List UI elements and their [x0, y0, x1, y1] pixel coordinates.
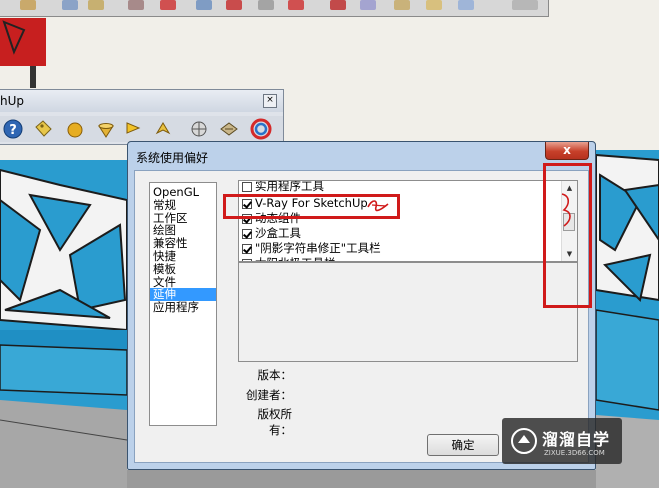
- toolbar-tool-icon[interactable]: [20, 0, 36, 10]
- annotation-bracket: [561, 193, 571, 227]
- copyright-label: 版权所有：: [257, 407, 293, 437]
- main-toolbar: [0, 0, 549, 17]
- texture-icon[interactable]: [218, 118, 240, 140]
- category-item[interactable]: 常规: [150, 198, 216, 212]
- extension-label: 沙盒工具: [255, 226, 301, 240]
- category-item[interactable]: 模板: [150, 262, 216, 276]
- version-label: 版本：: [257, 368, 293, 382]
- globe-icon[interactable]: [188, 118, 210, 140]
- watermark-url: ZIXUE.3D66.COM: [544, 449, 605, 457]
- extension-item[interactable]: "阴影字符串修正"工具栏: [242, 241, 381, 256]
- toolbar-tool-icon[interactable]: [88, 0, 104, 10]
- extension-label: 实用程序工具: [255, 180, 324, 193]
- toolbar-icon-row: ?: [0, 116, 283, 142]
- category-list[interactable]: OpenGL 常规 工作区 绘图 兼容性 快捷 模板 文件 延伸 应用程序: [149, 182, 217, 426]
- toolbar-tool-icon[interactable]: [512, 0, 538, 10]
- toolbar-tool-icon[interactable]: [288, 0, 304, 10]
- toolbar-tool-icon[interactable]: [458, 0, 474, 10]
- extension-description-box: [238, 262, 578, 362]
- cone-icon[interactable]: [95, 118, 117, 140]
- creator-label: 创建者：: [246, 388, 292, 402]
- category-item[interactable]: OpenGL: [150, 186, 216, 199]
- vray-logo-icon[interactable]: [250, 118, 272, 140]
- toolbar-tool-icon[interactable]: [258, 0, 274, 10]
- extension-label: "阴影字符串修正"工具栏: [255, 241, 381, 255]
- extension-item[interactable]: 实用程序工具: [242, 180, 324, 194]
- extension-checkbox[interactable]: [242, 228, 252, 239]
- arrow-tool-icon[interactable]: [152, 118, 174, 140]
- sphere-icon[interactable]: [64, 118, 86, 140]
- toolbar-tool-icon[interactable]: [196, 0, 212, 10]
- sketchup-toolbar-window: hUp × ?: [0, 89, 284, 145]
- svg-text:?: ?: [9, 123, 17, 138]
- toolbar-tool-icon[interactable]: [128, 0, 144, 10]
- extension-list[interactable]: 实用程序工具 V-Ray For SketchUp 动态组件 沙盒工具 "阴影字符串修正…: [238, 180, 578, 262]
- toolbar-tool-icon[interactable]: [160, 0, 176, 10]
- flag-icon[interactable]: [122, 118, 144, 140]
- toolbar-tool-icon[interactable]: [62, 0, 78, 10]
- dialog-title: 系统使用偏好: [136, 151, 209, 165]
- help-icon[interactable]: ?: [2, 118, 24, 140]
- toolbar-tool-icon[interactable]: [226, 0, 242, 10]
- watermark: 溜溜自学 ZIXUE.3D66.COM: [502, 418, 622, 464]
- category-item[interactable]: 应用程序: [150, 301, 216, 314]
- toolbar-tool-icon[interactable]: [330, 0, 346, 10]
- toolbar-window-close-button[interactable]: ×: [263, 94, 277, 108]
- watermark-title: 溜溜自学: [542, 430, 611, 449]
- annotation-scribble: [367, 200, 389, 212]
- ok-button[interactable]: 确定: [427, 434, 499, 456]
- dialog-close-button[interactable]: x: [545, 142, 589, 160]
- toolbar-tool-icon[interactable]: [360, 0, 376, 10]
- category-item[interactable]: 快捷: [150, 250, 216, 263]
- toolbar-tool-icon[interactable]: [394, 0, 410, 10]
- toolbar-tool-icon[interactable]: [426, 0, 442, 10]
- extension-checkbox[interactable]: [242, 243, 252, 254]
- extension-item[interactable]: 沙盒工具: [242, 226, 301, 241]
- toolbar-window-titlebar[interactable]: hUp ×: [0, 90, 283, 112]
- tag-icon[interactable]: [32, 118, 54, 140]
- extension-checkbox[interactable]: [242, 181, 252, 192]
- toolbar-window-title: hUp: [0, 94, 25, 108]
- dialog-titlebar[interactable]: 系统使用偏好 x: [128, 142, 595, 170]
- watermark-logo-icon: [511, 428, 537, 454]
